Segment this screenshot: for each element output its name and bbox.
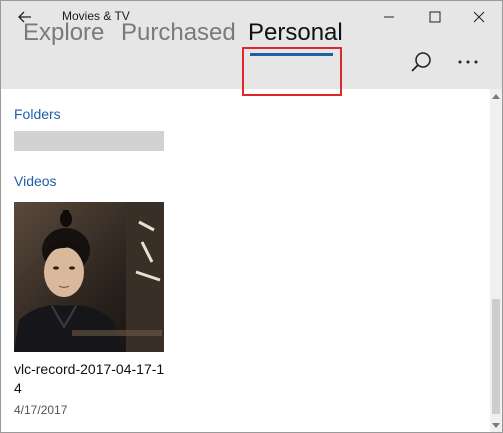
scroll-up-icon: [492, 93, 500, 99]
more-options-icon: [458, 60, 478, 64]
folders-section-title: Folders: [14, 106, 61, 122]
tab-explore[interactable]: Explore: [23, 19, 104, 47]
scroll-up-button[interactable]: [490, 91, 502, 101]
more-options-button[interactable]: [453, 47, 483, 77]
video-thumbnail[interactable]: [14, 202, 164, 352]
tab-purchased[interactable]: Purchased: [121, 19, 236, 47]
close-icon: [473, 11, 485, 23]
annotation-highlight-box: [242, 47, 342, 96]
search-button[interactable]: [406, 47, 436, 77]
video-thumbnail-image: [14, 202, 164, 352]
maximize-button[interactable]: [412, 1, 458, 33]
video-title[interactable]: vlc-record-2017-04-17-14: [14, 360, 166, 398]
scroll-down-icon: [492, 422, 500, 428]
scrollbar-thumb[interactable]: [492, 299, 500, 414]
video-date: 4/17/2017: [14, 403, 68, 417]
maximize-icon: [429, 11, 441, 23]
minimize-button[interactable]: [366, 1, 412, 33]
close-button[interactable]: [456, 1, 502, 33]
scroll-down-button[interactable]: [490, 420, 502, 430]
search-icon: [411, 52, 431, 72]
tab-personal[interactable]: Personal: [248, 19, 343, 47]
videos-section-title: Videos: [14, 173, 57, 189]
vertical-scrollbar[interactable]: [490, 89, 502, 432]
app-window: Movies & TV Explore Purchased Personal F…: [0, 0, 503, 433]
minimize-icon: [384, 16, 394, 18]
folder-placeholder-tile[interactable]: [14, 131, 164, 151]
